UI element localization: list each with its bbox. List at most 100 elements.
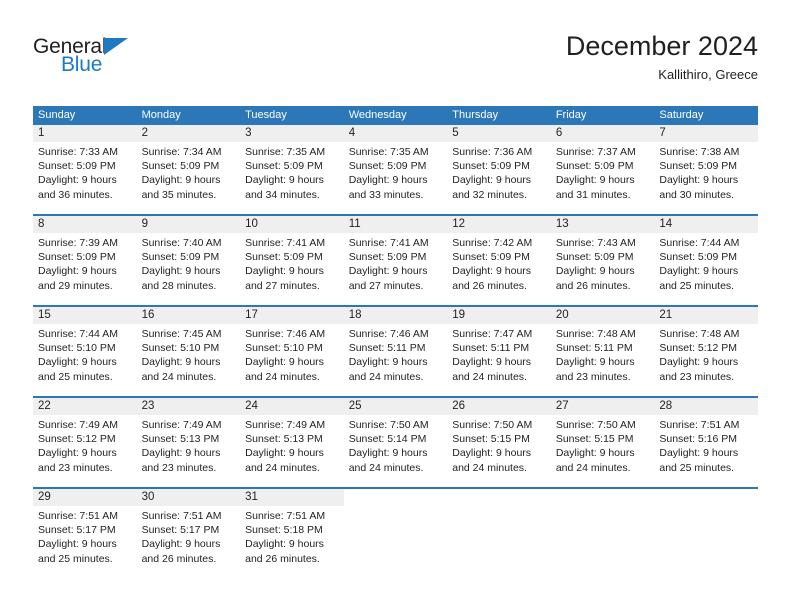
sunset-time-text: Sunset: 5:10 PM — [245, 342, 323, 355]
empty-day-detail-cell — [447, 506, 551, 578]
daylight-duration-line2-text: and 24 minutes. — [141, 370, 217, 383]
weekday-header-sunday: Sunday — [38, 109, 76, 121]
day-detail-cell: Sunrise: 7:51 AM Sunset: 5:18 PM Daylight:… — [240, 506, 344, 578]
daylight-duration-line1-text: Daylight: 9 hours — [659, 174, 739, 187]
daylight-duration-line1-text: Daylight: 9 hours — [38, 265, 117, 278]
weekday-header-monday: Monday — [141, 109, 181, 121]
weekday-header-saturday: Saturday — [659, 109, 704, 121]
sunset-time-text: Sunset: 5:09 PM — [348, 160, 427, 173]
daylight-duration-line2-text: and 24 minutes. — [348, 461, 424, 474]
day-number-cell[interactable]: 29 — [33, 489, 137, 506]
sunset-time-text: Sunset: 5:13 PM — [245, 433, 323, 446]
sunset-time-text: Sunset: 5:17 PM — [38, 524, 116, 537]
sunrise-time-text: Sunrise: 7:49 AM — [141, 419, 222, 431]
logo-triangle-icon — [104, 38, 128, 55]
day-number-cell[interactable]: 11 — [343, 216, 448, 233]
day-detail-cell: Sunrise: 7:50 AM Sunset: 5:15 PM Daylight:… — [447, 415, 551, 487]
week-detail-band: Sunrise: 7:51 AM Sunset: 5:17 PM Daylight:… — [33, 506, 758, 578]
day-number-cell[interactable]: 10 — [240, 216, 344, 233]
day-detail-cell: Sunrise: 7:41 AM Sunset: 5:09 PM Daylight:… — [344, 233, 448, 305]
day-number-cell[interactable]: 9 — [136, 216, 241, 233]
daylight-duration-line2-text: and 36 minutes. — [38, 188, 113, 201]
day-number-cell[interactable]: 7 — [654, 125, 758, 142]
daylight-duration-line2-text: and 24 minutes. — [452, 370, 527, 383]
sunset-time-text: Sunset: 5:09 PM — [348, 251, 427, 264]
calendar-page: General Blue December 2024 Kallithiro, G… — [0, 0, 792, 612]
day-number-cell[interactable]: 22 — [33, 398, 137, 415]
day-detail-cell: Sunrise: 7:50 AM Sunset: 5:14 PM Daylight:… — [344, 415, 448, 487]
day-number-cell[interactable]: 28 — [654, 398, 758, 415]
day-number-cell[interactable]: 27 — [550, 398, 655, 415]
daylight-duration-line2-text: and 27 minutes. — [348, 279, 424, 292]
day-number-cell[interactable]: 23 — [136, 398, 241, 415]
sunset-time-text: Sunset: 5:13 PM — [141, 433, 220, 446]
day-number-cell[interactable]: 13 — [550, 216, 655, 233]
sunset-time-text: Sunset: 5:15 PM — [452, 433, 530, 446]
day-number-cell[interactable]: 5 — [447, 125, 551, 142]
sunset-time-text: Sunset: 5:17 PM — [141, 524, 220, 537]
day-number-cell[interactable]: 3 — [240, 125, 344, 142]
week-detail-band: Sunrise: 7:49 AM Sunset: 5:12 PM Daylight:… — [33, 415, 758, 487]
empty-day-detail-cell — [654, 506, 758, 578]
daylight-duration-line1-text: Daylight: 9 hours — [452, 356, 532, 369]
sunrise-time-text: Sunrise: 7:44 AM — [38, 328, 118, 340]
sunrise-time-text: Sunrise: 7:34 AM — [141, 146, 222, 158]
sunset-time-text: Sunset: 5:18 PM — [245, 524, 323, 537]
day-number-cell[interactable]: 24 — [240, 398, 344, 415]
week-day-number-band: 8 9 10 11 12 13 14 — [33, 216, 758, 233]
sunset-time-text: Sunset: 5:09 PM — [452, 160, 530, 173]
day-number-cell[interactable]: 14 — [654, 216, 758, 233]
daylight-duration-line1-text: Daylight: 9 hours — [245, 174, 324, 187]
sunrise-time-text: Sunrise: 7:39 AM — [38, 237, 118, 249]
daylight-duration-line1-text: Daylight: 9 hours — [38, 538, 117, 551]
day-detail-cell: Sunrise: 7:50 AM Sunset: 5:15 PM Daylight:… — [551, 415, 655, 487]
daylight-duration-line2-text: and 23 minutes. — [555, 370, 631, 383]
day-number-cell[interactable]: 19 — [447, 307, 551, 324]
daylight-duration-line1-text: Daylight: 9 hours — [555, 265, 635, 278]
day-detail-cell: Sunrise: 7:51 AM Sunset: 5:16 PM Daylight:… — [654, 415, 758, 487]
day-number-cell[interactable]: 26 — [447, 398, 551, 415]
sunset-time-text: Sunset: 5:14 PM — [348, 433, 427, 446]
day-number-cell[interactable]: 6 — [550, 125, 655, 142]
sunset-time-text: Sunset: 5:16 PM — [659, 433, 738, 446]
empty-day-number-cell — [344, 489, 448, 506]
daylight-duration-line1-text: Daylight: 9 hours — [38, 447, 117, 460]
page-subtitle-location: Kallithiro, Greece — [658, 67, 758, 82]
day-number-cell[interactable]: 4 — [343, 125, 448, 142]
weekday-header-thursday: Thursday — [452, 109, 499, 121]
daylight-duration-line1-text: Daylight: 9 hours — [452, 447, 532, 460]
day-number-cell[interactable]: 18 — [343, 307, 448, 324]
sunrise-time-text: Sunrise: 7:49 AM — [38, 419, 118, 431]
daylight-duration-line1-text: Daylight: 9 hours — [555, 447, 635, 460]
day-number-cell[interactable]: 16 — [136, 307, 241, 324]
day-number-cell[interactable]: 21 — [654, 307, 758, 324]
weekday-header-friday: Friday — [555, 109, 587, 121]
day-number-cell[interactable]: 12 — [447, 216, 551, 233]
day-number-cell[interactable]: 8 — [33, 216, 137, 233]
week-detail-band: Sunrise: 7:33 AM Sunset: 5:09 PM Daylight:… — [33, 142, 758, 214]
day-number-cell[interactable]: 15 — [33, 307, 137, 324]
day-number-cell[interactable]: 17 — [240, 307, 344, 324]
weekday-header-tuesday: Tuesday — [245, 109, 287, 121]
day-number-cell[interactable]: 30 — [136, 489, 241, 506]
day-number-cell[interactable]: 31 — [240, 489, 344, 506]
day-number-cell[interactable]: 1 — [33, 125, 137, 142]
sunrise-time-text: Sunrise: 7:37 AM — [555, 146, 636, 158]
day-detail-cell: Sunrise: 7:46 AM Sunset: 5:10 PM Daylight:… — [240, 324, 344, 396]
daylight-duration-line2-text: and 28 minutes. — [141, 279, 217, 292]
sunset-time-text: Sunset: 5:09 PM — [555, 251, 634, 264]
sunrise-time-text: Sunrise: 7:46 AM — [245, 328, 326, 340]
daylight-duration-line2-text: and 29 minutes. — [38, 279, 113, 292]
sunrise-time-text: Sunrise: 7:48 AM — [659, 328, 740, 340]
daylight-duration-line1-text: Daylight: 9 hours — [245, 447, 324, 460]
day-number-cell[interactable]: 2 — [136, 125, 241, 142]
day-detail-cell: Sunrise: 7:47 AM Sunset: 5:11 PM Daylight:… — [447, 324, 551, 396]
day-number-cell[interactable]: 25 — [343, 398, 448, 415]
daylight-duration-line2-text: and 24 minutes. — [245, 461, 320, 474]
day-detail-cell: Sunrise: 7:34 AM Sunset: 5:09 PM Daylight:… — [137, 142, 241, 214]
sunrise-time-text: Sunrise: 7:47 AM — [452, 328, 533, 340]
day-detail-cell: Sunrise: 7:38 AM Sunset: 5:09 PM Daylight:… — [654, 142, 758, 214]
sunrise-time-text: Sunrise: 7:35 AM — [348, 146, 429, 158]
empty-day-detail-cell — [344, 506, 448, 578]
day-number-cell[interactable]: 20 — [550, 307, 655, 324]
